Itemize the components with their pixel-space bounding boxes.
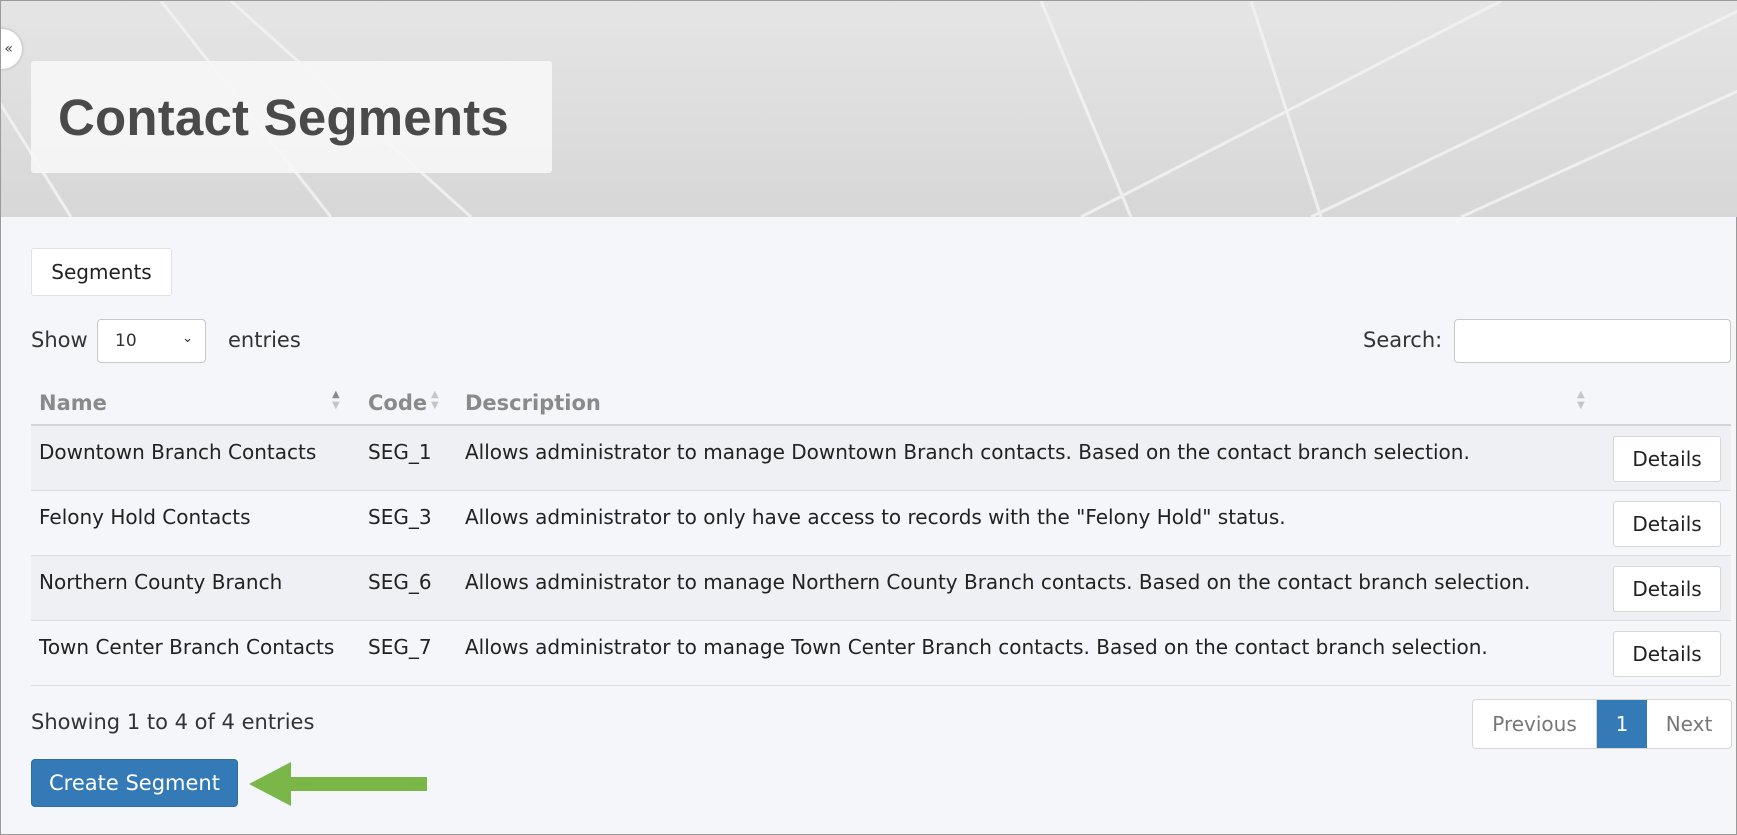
tab-segments[interactable]: Segments [31,248,172,296]
sort-icon: ▲ ▼ [1577,389,1585,411]
table-row: Northern County Branch SEG_6 Allows admi… [31,556,1731,621]
annotation-arrow-icon [249,762,427,806]
pagination: Previous 1 Next [1472,699,1732,749]
sort-icon: ▲ ▼ [332,389,340,411]
details-button[interactable]: Details [1613,501,1721,547]
segment-name: Felony Hold Contacts [39,505,251,529]
segment-description: Allows administrator to manage Northern … [465,570,1531,594]
table-row: Felony Hold Contacts SEG_3 Allows admini… [31,491,1731,556]
chevron-left-icon: « [4,41,13,57]
column-header-name[interactable]: Name [39,391,107,415]
create-segment-button[interactable]: Create Segment [31,759,238,807]
segment-code: SEG_3 [368,505,432,529]
page-title: Contact Segments [58,88,509,146]
segment-description: Allows administrator to only have access… [465,505,1286,529]
entries-label: entries [228,328,301,352]
details-button[interactable]: Details [1613,436,1721,482]
segment-name: Town Center Branch Contacts [39,635,335,659]
page-header-banner: « Contact Segments [1,1,1737,217]
pagination-page-1[interactable]: 1 [1597,700,1647,748]
page-title-box: Contact Segments [31,61,552,173]
show-label: Show [31,328,88,352]
segment-name: Downtown Branch Contacts [39,440,317,464]
column-header-description[interactable]: Description [465,391,601,415]
details-button[interactable]: Details [1613,566,1721,612]
segment-code: SEG_7 [368,635,432,659]
chevron-down-icon: ⌄ [182,331,193,346]
sort-icon: ▲ ▼ [431,389,439,411]
search-label: Search: [1363,328,1443,352]
segment-description: Allows administrator to manage Town Cent… [465,635,1488,659]
segments-table: Name ▲ ▼ Code ▲ ▼ Description ▲ ▼ Downtown … [31,381,1731,686]
segment-code: SEG_1 [368,440,432,464]
table-row: Town Center Branch Contacts SEG_7 Allows… [31,621,1731,686]
entries-length-value: 10 [115,331,137,351]
segment-description: Allows administrator to manage Downtown … [465,440,1470,464]
segment-code: SEG_6 [368,570,432,594]
table-header: Name ▲ ▼ Code ▲ ▼ Description ▲ ▼ [31,381,1731,426]
table-info: Showing 1 to 4 of 4 entries [31,710,315,734]
segment-name: Northern County Branch [39,570,283,594]
column-header-code[interactable]: Code [368,391,427,415]
search-input[interactable] [1454,319,1731,363]
details-button[interactable]: Details [1613,631,1721,677]
table-row: Downtown Branch Contacts SEG_1 Allows ad… [31,426,1731,491]
pagination-next[interactable]: Next [1647,700,1731,748]
pagination-previous[interactable]: Previous [1473,700,1597,748]
entries-length-select[interactable]: 10 ⌄ [97,319,206,363]
